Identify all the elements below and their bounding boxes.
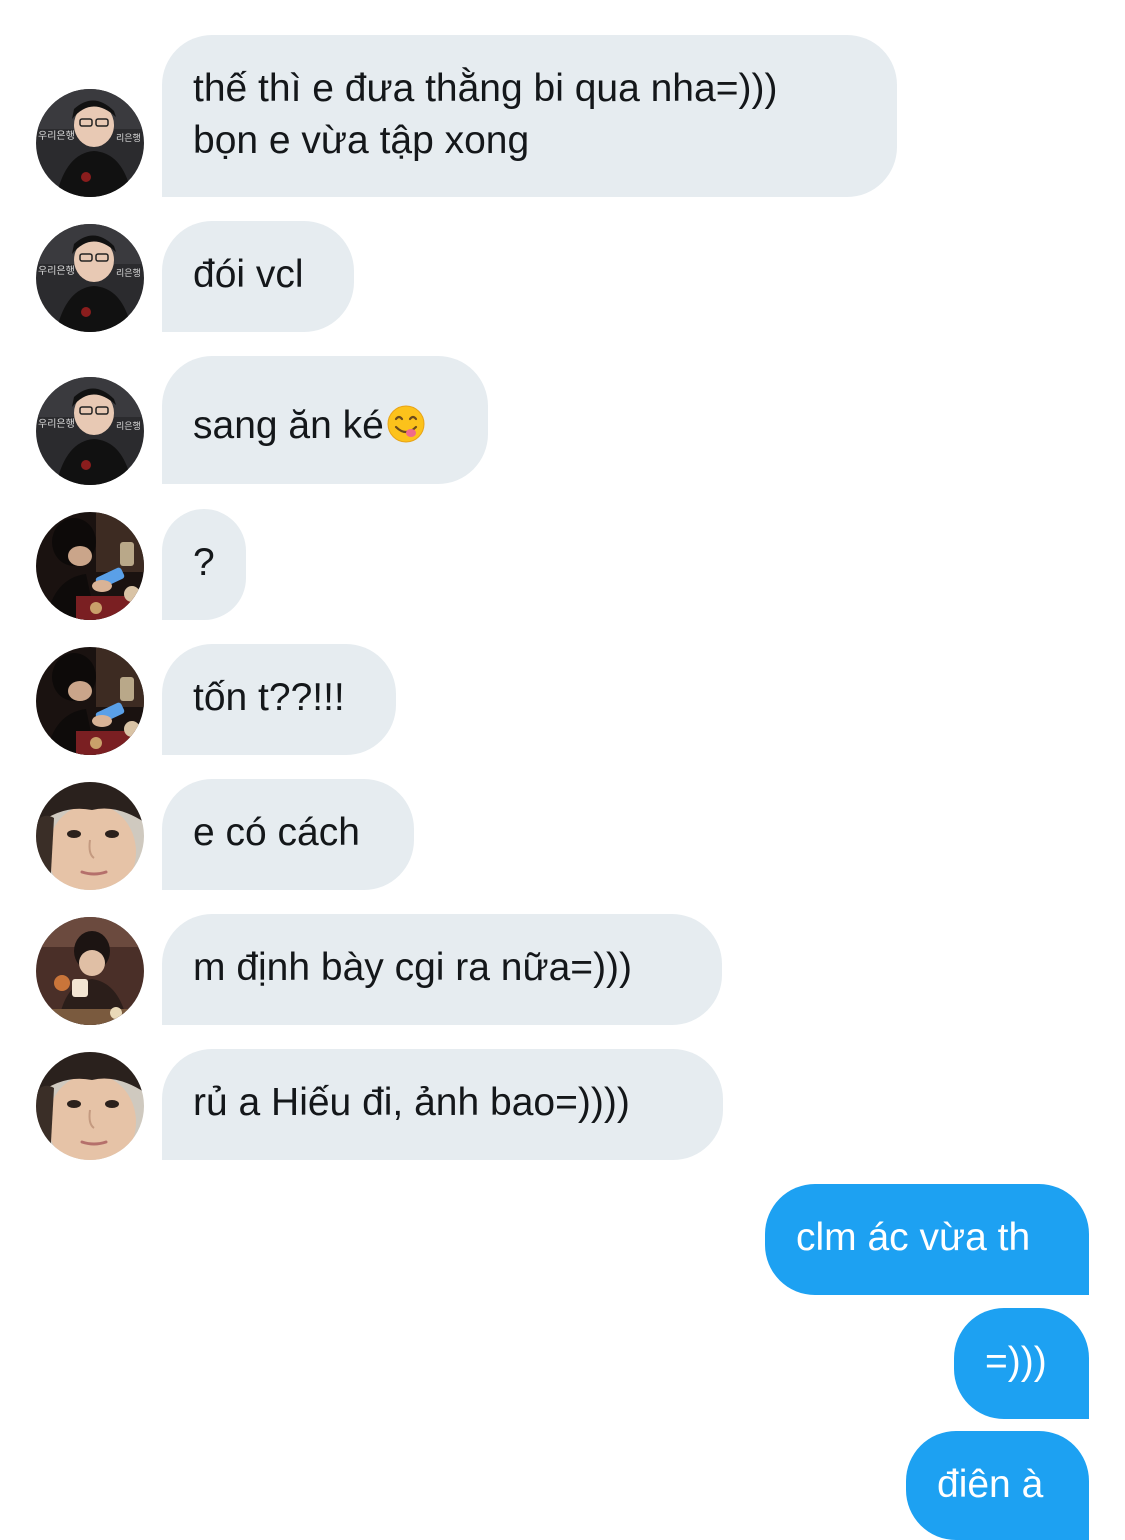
person-avatar-3-icon xyxy=(36,1052,144,1160)
svg-text:리은행: 리은행 xyxy=(116,420,141,432)
message-bubble-outgoing[interactable]: =))) xyxy=(954,1308,1089,1419)
face-savoring-food-icon xyxy=(387,405,425,443)
svg-text:리은행: 리은행 xyxy=(116,132,141,144)
message-bubble-outgoing[interactable]: điên à xyxy=(906,1431,1089,1540)
avatar[interactable] xyxy=(36,782,144,890)
message-text-line: e có cách xyxy=(193,811,360,854)
avatar[interactable]: 우리은행 리은행 xyxy=(36,377,144,485)
avatar[interactable] xyxy=(36,1052,144,1160)
message-bubble[interactable]: đói vcl xyxy=(162,221,354,332)
message-text-line: đói vcl xyxy=(193,253,304,296)
message-bubble[interactable]: rủ a Hiếu đi, ảnh bao=)))) xyxy=(162,1049,723,1160)
message-bubble[interactable]: e có cách xyxy=(162,779,414,890)
message-bubble-outgoing[interactable]: clm ác vừa th xyxy=(765,1184,1089,1295)
message-text-line: điên à xyxy=(937,1463,1044,1506)
avatar[interactable] xyxy=(36,917,144,1025)
person-avatar-1-icon: 우리은행 리은행 xyxy=(36,224,144,332)
message-text-line: tốn t??!!! xyxy=(193,676,345,719)
svg-text:리은행: 리은행 xyxy=(116,267,141,279)
person-avatar-2-icon xyxy=(36,647,144,755)
message-text-line: bọn e vừa tập xong xyxy=(193,119,530,162)
person-avatar-2-icon xyxy=(36,512,144,620)
message-text-line: ? xyxy=(193,541,215,584)
avatar[interactable]: 우리은행 리은행 xyxy=(36,224,144,332)
person-avatar-4-icon xyxy=(36,917,144,1025)
message-text-line: =))) xyxy=(985,1340,1047,1383)
message-text-line: m định bày cgi ra nữa=))) xyxy=(193,946,633,989)
message-bubble[interactable]: ? xyxy=(162,509,246,620)
message-bubble[interactable]: tốn t??!!! xyxy=(162,644,396,755)
avatar[interactable] xyxy=(36,647,144,755)
message-bubble[interactable]: m định bày cgi ra nữa=))) xyxy=(162,914,722,1025)
svg-text:우리은행: 우리은행 xyxy=(38,418,75,430)
message-text-line: sang ăn ké xyxy=(193,404,384,447)
avatar[interactable] xyxy=(36,512,144,620)
message-text-line: thế thì e đưa thằng bi qua nha=))) xyxy=(193,67,778,110)
person-avatar-1-icon: 우리은행 리은행 xyxy=(36,377,144,485)
person-avatar-3-icon xyxy=(36,782,144,890)
avatar[interactable]: 우리은행 리은행 xyxy=(36,89,144,197)
person-avatar-1-icon: 우리은행 리은행 xyxy=(36,89,144,197)
svg-text:우리은행: 우리은행 xyxy=(38,265,75,277)
message-text-line: clm ác vừa th xyxy=(796,1216,1031,1259)
message-bubble[interactable]: sang ăn ké xyxy=(162,356,488,484)
message-text-line: rủ a Hiếu đi, ảnh bao=)))) xyxy=(193,1081,630,1124)
message-bubble[interactable]: thế thì e đưa thằng bi qua nha=))) bọn e… xyxy=(162,35,897,197)
svg-text:우리은행: 우리은행 xyxy=(38,130,75,142)
